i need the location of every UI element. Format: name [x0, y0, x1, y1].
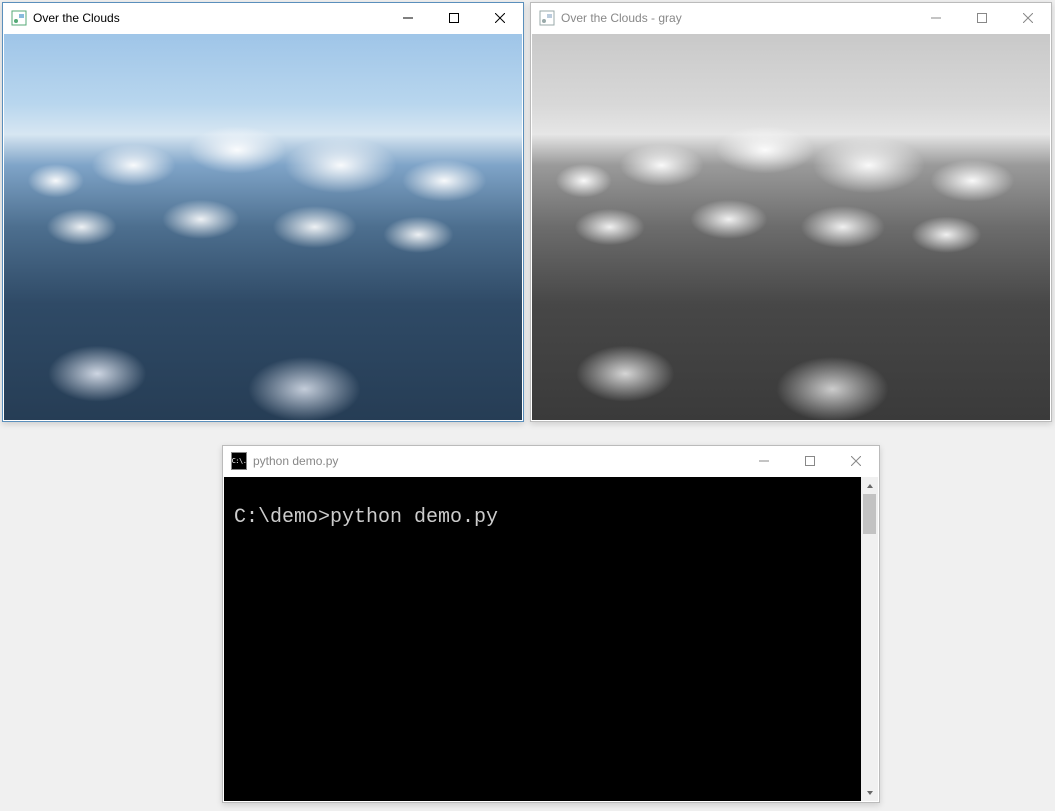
- close-button[interactable]: [833, 446, 879, 476]
- scrollbar-vertical[interactable]: [861, 477, 878, 801]
- image-viewport: [532, 34, 1050, 420]
- scroll-down-button[interactable]: [861, 784, 878, 801]
- scroll-up-button[interactable]: [861, 477, 878, 494]
- window-title: python demo.py: [253, 454, 338, 468]
- image-viewport: [4, 34, 522, 420]
- maximize-button[interactable]: [431, 3, 477, 33]
- close-button[interactable]: [1005, 3, 1051, 33]
- app-icon: [11, 10, 27, 26]
- titlebar[interactable]: Over the Clouds - gray: [531, 3, 1051, 33]
- clouds-image-gray: [532, 34, 1050, 420]
- cmd-icon: C:\.: [231, 453, 247, 469]
- titlebar[interactable]: Over the Clouds: [3, 3, 523, 33]
- window-title: Over the Clouds - gray: [561, 11, 682, 25]
- window-over-the-clouds: Over the Clouds: [2, 2, 524, 422]
- terminal-line: C:\demo>python demo.py: [234, 506, 498, 529]
- terminal-client: C:\demo>python demo.py: [224, 477, 878, 801]
- terminal-output[interactable]: C:\demo>python demo.py: [224, 477, 861, 801]
- titlebar[interactable]: C:\. python demo.py: [223, 446, 879, 476]
- window-terminal: C:\. python demo.py C:\demo>python demo.…: [222, 445, 880, 803]
- minimize-button[interactable]: [913, 3, 959, 33]
- window-over-the-clouds-gray: Over the Clouds - gray: [530, 2, 1052, 422]
- close-button[interactable]: [477, 3, 523, 33]
- scroll-track[interactable]: [861, 494, 878, 784]
- scroll-thumb[interactable]: [863, 494, 876, 534]
- minimize-button[interactable]: [741, 446, 787, 476]
- window-title: Over the Clouds: [33, 11, 120, 25]
- maximize-button[interactable]: [787, 446, 833, 476]
- app-icon: [539, 10, 555, 26]
- clouds-image-color: [4, 34, 522, 420]
- minimize-button[interactable]: [385, 3, 431, 33]
- maximize-button[interactable]: [959, 3, 1005, 33]
